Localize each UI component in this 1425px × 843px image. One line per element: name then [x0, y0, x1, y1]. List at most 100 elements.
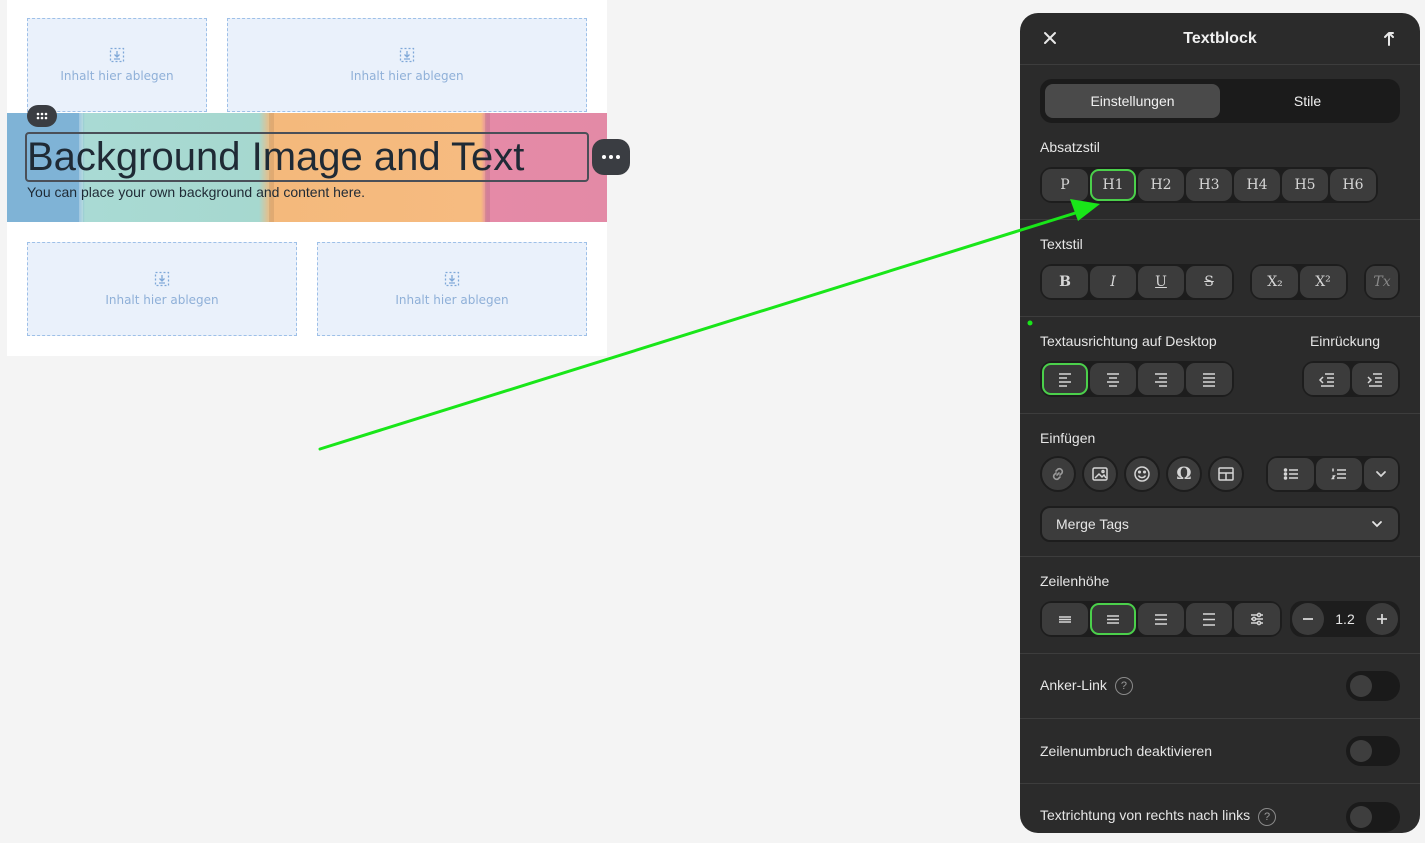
insert-special-char-button[interactable]: Ω [1166, 456, 1202, 492]
chevron-down-icon [1372, 521, 1382, 528]
align-center-button[interactable] [1090, 363, 1136, 395]
style-h5-button[interactable]: H5 [1282, 169, 1328, 201]
align-left-button[interactable] [1042, 363, 1088, 395]
more-options-button[interactable] [592, 139, 630, 175]
textstil-label: Textstil [1040, 236, 1083, 252]
line-height-section: Zeilenhöhe 1.2 [1020, 557, 1420, 654]
rtl-toggle[interactable] [1346, 801, 1400, 832]
clear-format-group: Tx [1364, 264, 1400, 300]
textstil-section: Textstil B I U S X₂ X² Tx [1020, 220, 1420, 317]
outdent-button[interactable] [1304, 363, 1350, 395]
align-right-icon [1155, 373, 1167, 387]
numbered-list-button[interactable] [1316, 458, 1362, 490]
line-height-decrease-button[interactable] [1292, 603, 1324, 635]
align-right-button[interactable] [1138, 363, 1184, 395]
link-icon [1052, 467, 1064, 481]
drop-zone[interactable]: Inhalt hier ablegen [27, 18, 207, 112]
anchor-link-row: Anker-Link? [1020, 654, 1420, 719]
drag-handle[interactable] [27, 105, 57, 127]
style-h4-button[interactable]: H4 [1234, 169, 1280, 201]
more-insert-button[interactable] [1364, 458, 1398, 490]
grip-icon [36, 112, 48, 120]
style-h6-button[interactable]: H6 [1330, 169, 1376, 201]
anchor-link-toggle[interactable] [1346, 671, 1400, 701]
paragraph-style-group: P H1 H2 H3 H4 H5 H6 [1040, 167, 1378, 203]
line-height-normal-button[interactable] [1090, 603, 1136, 635]
indent-icon [1367, 373, 1382, 387]
align-left-icon [1059, 373, 1071, 387]
line-height-stepper: 1.2 [1290, 601, 1400, 637]
disable-linebreak-toggle[interactable] [1346, 736, 1400, 766]
drop-label: Inhalt hier ablegen [105, 293, 219, 307]
line-height-compact-icon [1059, 616, 1071, 623]
align-center-icon [1107, 373, 1119, 387]
alignment-section: Textausrichtung auf Desktop Einrückung [1020, 317, 1420, 414]
bold-button[interactable]: B [1042, 266, 1088, 298]
style-h2-button[interactable]: H2 [1138, 169, 1184, 201]
selected-text-block-outline [25, 132, 589, 182]
minus-icon [1303, 618, 1313, 620]
line-height-label: Zeilenhöhe [1040, 573, 1110, 589]
drop-label: Inhalt hier ablegen [60, 69, 174, 83]
script-group: X₂ X² [1250, 264, 1348, 300]
underline-button[interactable]: U [1138, 266, 1184, 298]
popout-icon[interactable] [1380, 28, 1400, 48]
clear-format-button[interactable]: Tx [1366, 266, 1398, 298]
list-group [1266, 456, 1400, 492]
merge-tags-label: Merge Tags [1056, 516, 1129, 532]
line-height-custom-button[interactable] [1234, 603, 1280, 635]
drop-download-icon [109, 47, 125, 63]
line-height-normal-icon [1107, 615, 1119, 624]
align-justify-icon [1203, 373, 1215, 387]
banner-subtitle[interactable]: You can place your own background and co… [27, 184, 365, 200]
bullet-list-button[interactable] [1268, 458, 1314, 490]
drop-zone[interactable]: Inhalt hier ablegen [27, 242, 297, 336]
line-height-relaxed-button[interactable] [1138, 603, 1184, 635]
rtl-label: Textrichtung von rechts nach links [1040, 807, 1251, 824]
absatzstil-label: Absatzstil [1040, 139, 1100, 155]
bullet-list-icon [1283, 468, 1298, 480]
insert-emoji-button[interactable] [1124, 456, 1160, 492]
merge-tags-dropdown[interactable]: Merge Tags [1040, 506, 1400, 542]
insert-table-button[interactable] [1208, 456, 1244, 492]
drop-zone[interactable]: Inhalt hier ablegen [317, 242, 587, 336]
text-format-group: B I U S [1040, 264, 1234, 300]
help-icon[interactable]: ? [1258, 807, 1277, 826]
tab-stile[interactable]: Stile [1220, 84, 1395, 118]
align-justify-button[interactable] [1186, 363, 1232, 395]
style-p-button[interactable]: P [1042, 169, 1088, 201]
insert-link-button[interactable] [1040, 456, 1076, 492]
style-h1-button[interactable]: H1 [1090, 169, 1136, 201]
line-height-group [1040, 601, 1282, 637]
outdent-icon [1318, 373, 1334, 387]
drop-zone[interactable]: Inhalt hier ablegen [227, 18, 587, 112]
plus-icon [1377, 614, 1387, 624]
line-height-value[interactable]: 1.2 [1326, 611, 1364, 627]
line-height-increase-button[interactable] [1366, 603, 1398, 635]
anchor-link-label: Anker-Link [1040, 676, 1107, 693]
line-height-loose-button[interactable] [1186, 603, 1232, 635]
drop-download-icon [399, 47, 415, 63]
tab-einstellungen[interactable]: Einstellungen [1045, 84, 1220, 118]
disable-linebreak-label: Zeilenumbruch deaktivieren [1040, 743, 1212, 759]
style-h3-button[interactable]: H3 [1186, 169, 1232, 201]
chevron-down-icon [1376, 471, 1386, 478]
panel-header: Textblock [1020, 13, 1420, 65]
insert-section: Einfügen Ω Merge Tags [1020, 414, 1420, 557]
superscript-button[interactable]: X² [1300, 266, 1346, 298]
help-icon[interactable]: ? [1114, 677, 1133, 696]
indent-button[interactable] [1352, 363, 1398, 395]
line-height-relaxed-icon [1155, 614, 1167, 625]
subscript-button[interactable]: X₂ [1252, 266, 1298, 298]
disable-linebreak-row: Zeilenumbruch deaktivieren [1020, 719, 1420, 784]
alignment-label: Textausrichtung auf Desktop [1040, 333, 1217, 349]
panel-tabs: Einstellungen Stile [1040, 79, 1400, 123]
strikethrough-button[interactable]: S [1186, 266, 1232, 298]
close-icon[interactable] [1040, 28, 1060, 48]
drop-download-icon [154, 271, 170, 287]
indent-group [1302, 361, 1400, 397]
italic-button[interactable]: I [1090, 266, 1136, 298]
insert-image-button[interactable] [1082, 456, 1118, 492]
numbered-list-icon [1331, 468, 1346, 480]
line-height-compact-button[interactable] [1042, 603, 1088, 635]
